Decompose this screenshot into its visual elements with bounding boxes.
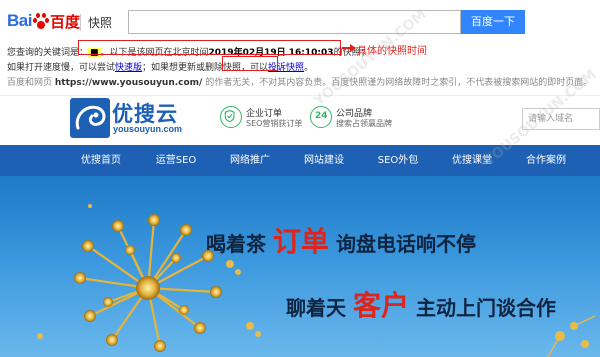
- feature-orders: 企业订单 SEO营销获订单: [220, 106, 310, 132]
- nav-item-seo-outsourcing[interactable]: SEO外包: [362, 145, 434, 176]
- snapshot-time-highlight-box: [78, 40, 341, 55]
- domain-search-input[interactable]: 请输入域名: [522, 108, 600, 130]
- annotation-text: 具体的快照时间: [357, 46, 427, 57]
- slogan-highlight-orders: 订单: [272, 225, 329, 258]
- shield-check-icon: [220, 106, 242, 128]
- banner-slogan-line2: 聊着天 客户 主动上门谈合作: [286, 289, 556, 322]
- annotation-arrow-head: [350, 43, 356, 52]
- quick-version-link[interactable]: 快速版: [115, 63, 142, 73]
- clock-24-icon: 24: [310, 106, 332, 128]
- source-url[interactable]: https://www.yousouyun.com/: [55, 78, 202, 88]
- cache-tab-label[interactable]: 快照: [80, 14, 112, 31]
- baidu-logo[interactable]: Bai 百度: [7, 10, 80, 32]
- baidu-logo-text: Bai: [7, 11, 32, 30]
- feature-orders-subtitle: SEO营销获订单: [246, 119, 303, 128]
- nav-item-classroom[interactable]: 优搜课堂: [436, 145, 508, 176]
- main-nav: 优搜首页 运营SEO 网络推广 网站建设 SEO外包 优搜课堂 合作案例: [0, 145, 600, 176]
- nav-item-promotion[interactable]: 网络推广: [214, 145, 286, 176]
- site-header: 优搜云 yousouyun.com 企业订单 SEO营销获订单 24 公司品牌 …: [0, 95, 600, 145]
- baidu-cache-header: Bai 百度 快照 百度一下 您查询的关键词是： ■ 。以下是该网页在北京时间201…: [0, 0, 600, 95]
- cache-disclaimer: 百度和网页 https://www.yousouyun.com/ 的作者无关，不…: [7, 78, 593, 88]
- baidu-search-input[interactable]: [128, 10, 461, 34]
- complain-link-highlight-box: [222, 56, 278, 71]
- feature-brand-subtitle: 搜索占领赢品牌: [336, 119, 392, 128]
- nav-item-home[interactable]: 优搜首页: [65, 145, 137, 176]
- hero-banner[interactable]: 喝着茶 订单 询盘电话响不停 聊着天 客户 主动上门谈合作: [0, 176, 600, 357]
- slogan-highlight-customers: 客户: [352, 289, 409, 322]
- dandelion-illustration: [37, 204, 596, 357]
- site-logo-domain: yousouyun.com: [113, 124, 183, 134]
- nav-item-seo[interactable]: 运营SEO: [140, 145, 212, 176]
- nav-item-website[interactable]: 网站建设: [288, 145, 360, 176]
- banner-slogan-line1: 喝着茶 订单 询盘电话响不停: [206, 225, 476, 258]
- baidu-search-button[interactable]: 百度一下: [461, 10, 525, 34]
- feature-brand: 24 公司品牌 搜索占领赢品牌: [310, 106, 400, 132]
- baidu-paw-icon: [32, 13, 49, 29]
- yousouyun-logo-icon[interactable]: [70, 98, 110, 138]
- nav-item-cases[interactable]: 合作案例: [510, 145, 582, 176]
- baidu-logo-cn: 百度: [49, 12, 80, 31]
